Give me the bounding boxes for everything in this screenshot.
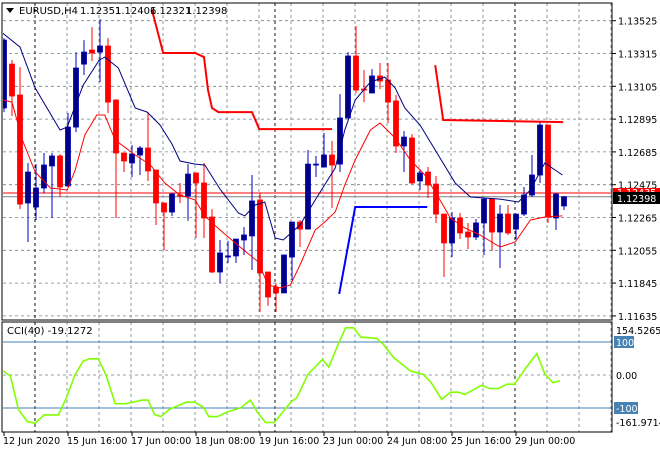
candle-bearish	[113, 99, 119, 154]
candle-bearish	[505, 213, 511, 234]
candle-bullish	[513, 213, 519, 230]
candle-bullish	[553, 193, 559, 219]
candle-bullish	[49, 155, 55, 167]
price-axis-label: 1.11845	[618, 279, 657, 290]
candle-bearish	[193, 172, 199, 184]
candle-bearish	[201, 182, 207, 219]
candle-bearish	[209, 216, 215, 273]
time-axis-label: 12 Jun 2020	[3, 436, 60, 447]
cci-title: CCI(40) -19.1272	[7, 326, 93, 337]
candle-bearish	[9, 63, 15, 97]
cci-level-low-label: -100	[616, 404, 638, 415]
cci-level-high-label: 100	[616, 338, 634, 349]
candle-bearish	[145, 147, 151, 172]
candle-bullish	[41, 164, 47, 189]
candle-bullish	[481, 198, 487, 224]
candle-bearish	[545, 124, 551, 218]
candle-bullish	[345, 55, 351, 119]
candle-bullish	[81, 51, 87, 65]
time-axis-label: 17 Jun 00:00	[131, 436, 191, 447]
time-axis-label: 29 Jun 00:00	[515, 436, 575, 447]
candle-bullish	[33, 187, 39, 208]
candle-bullish	[129, 153, 135, 164]
candle-bullish	[305, 163, 311, 230]
time-axis-label: 24 Jun 08:00	[387, 436, 447, 447]
candle-bearish	[441, 213, 447, 244]
cci-max-label: 154.5265	[616, 326, 660, 337]
candle-bullish	[97, 45, 103, 53]
candle-bearish	[329, 154, 335, 166]
close-price: 1.12398	[186, 6, 227, 17]
candle-bullish	[65, 126, 71, 187]
candle-bearish	[353, 55, 359, 91]
price-axis-label: 1.12895	[618, 115, 657, 126]
candle-bullish	[321, 154, 327, 168]
candle-bullish	[473, 222, 479, 238]
candle-bearish	[465, 231, 471, 238]
price-axis-label: 1.13315	[618, 50, 657, 61]
candle-bullish	[25, 171, 31, 204]
candle-bearish	[121, 152, 127, 162]
candle-bearish	[385, 79, 391, 103]
time-axis-label: 15 Jun 16:00	[67, 436, 127, 447]
price-axis-label: 1.13105	[618, 82, 657, 93]
price-axis-label: 1.12685	[618, 148, 657, 159]
candle-bullish	[225, 255, 231, 258]
time-axis-label: 19 Jun 16:00	[259, 436, 319, 447]
candle-bullish	[401, 136, 407, 147]
cci-min-label: -161.9714	[616, 418, 660, 429]
time-axis-label: 23 Jun 00:00	[323, 436, 383, 447]
price-axis-label: 1.12055	[618, 246, 657, 257]
bid-price-label: 1.12398	[617, 194, 656, 205]
candle-bullish	[529, 174, 535, 196]
time-axis-label: 18 Jun 08:00	[195, 436, 255, 447]
candle-bearish	[433, 183, 439, 215]
time-axis-label: 25 Jun 16:00	[451, 436, 511, 447]
candle-bullish	[169, 193, 175, 213]
symbol-label: EURUSD,H4	[19, 6, 78, 17]
candle-bullish	[241, 234, 247, 241]
candle-bearish	[17, 94, 23, 205]
candle-bullish	[289, 221, 295, 258]
candle-bullish	[561, 196, 567, 207]
candle-bearish	[57, 155, 63, 188]
candle-bullish	[137, 147, 143, 156]
price-axis-label: 1.12265	[618, 214, 657, 225]
price-axis-label: 1.13525	[618, 17, 657, 28]
candle-bullish	[369, 75, 375, 94]
price-axis-label: 1.11635	[618, 312, 657, 323]
candle-bullish	[497, 213, 503, 233]
candle-bullish	[185, 173, 191, 197]
candle-bullish	[217, 252, 223, 273]
candle-bearish	[489, 198, 495, 233]
candle-bullish	[73, 67, 79, 128]
candle-bearish	[89, 49, 95, 54]
candle-bullish	[537, 124, 543, 176]
candle-bearish	[161, 202, 167, 213]
candle-bullish	[313, 163, 319, 166]
candle-bullish	[417, 172, 423, 182]
candle-bullish	[449, 217, 455, 244]
candle-bearish	[273, 286, 279, 294]
candle-bearish	[105, 45, 111, 103]
cci-level-zero-label: 0.00	[616, 371, 637, 382]
price-chart[interactable]: 1.135251.133151.131051.128951.126851.124…	[0, 0, 660, 450]
